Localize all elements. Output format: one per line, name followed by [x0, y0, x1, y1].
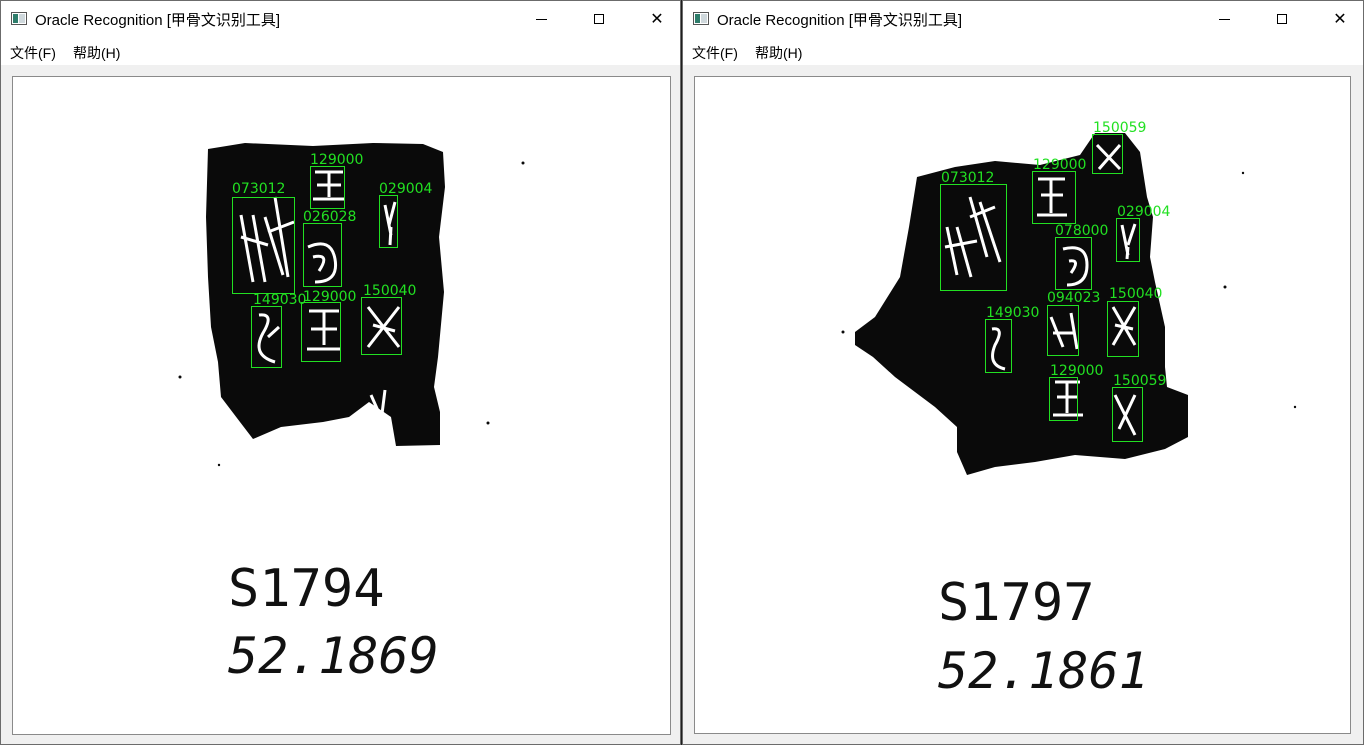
- detection-label: 129000: [1033, 157, 1087, 173]
- detection-label: 029004: [379, 181, 433, 197]
- menu-bar: 文件(F) 帮助(H): [1, 37, 680, 65]
- detection-box[interactable]: [985, 319, 1012, 373]
- detection-box[interactable]: [251, 306, 282, 368]
- detection-label: 149030: [986, 305, 1040, 321]
- close-button[interactable]: ✕: [1317, 1, 1363, 37]
- detection-box[interactable]: [1092, 134, 1123, 174]
- detection-box[interactable]: [940, 184, 1007, 291]
- app-icon: [11, 12, 27, 25]
- detection-box[interactable]: [1112, 387, 1143, 442]
- detection-label: 129000: [303, 289, 357, 305]
- detection-label: 129000: [1050, 363, 1104, 379]
- oracle-recognition-window-left: Oracle Recognition [甲骨文识别工具] ✕ 文件(F) 帮助(…: [0, 0, 681, 745]
- detection-label: 150040: [363, 283, 417, 299]
- detection-box[interactable]: [361, 297, 402, 355]
- detection-box[interactable]: [232, 197, 295, 294]
- maximize-icon: [594, 14, 604, 24]
- menu-help[interactable]: 帮助(H): [73, 43, 120, 63]
- minimize-button[interactable]: [518, 1, 564, 37]
- minimize-icon: [1218, 18, 1230, 20]
- detection-label: 150040: [1109, 286, 1163, 302]
- detection-box[interactable]: [303, 223, 342, 287]
- detection-label: 149030: [253, 292, 307, 308]
- detection-box[interactable]: [379, 195, 398, 248]
- detection-box[interactable]: [1107, 301, 1139, 357]
- close-icon: ✕: [650, 11, 664, 28]
- maximize-button[interactable]: [576, 1, 622, 37]
- minimize-button[interactable]: [1201, 1, 1247, 37]
- menu-file[interactable]: 文件(F): [692, 43, 738, 63]
- detection-label: 078000: [1055, 223, 1109, 239]
- detection-label: 150059: [1113, 373, 1167, 389]
- detection-label: 073012: [941, 170, 995, 186]
- minimize-icon: [535, 18, 547, 20]
- detection-box[interactable]: [1049, 377, 1078, 421]
- detection-label: 150059: [1093, 120, 1147, 136]
- catalog-number: S1794: [228, 559, 385, 619]
- menu-bar: 文件(F) 帮助(H): [683, 37, 1363, 65]
- detection-label: 073012: [232, 181, 286, 197]
- close-icon: ✕: [1333, 11, 1347, 28]
- accession-number: 52.1869: [228, 627, 439, 685]
- detection-box[interactable]: [1055, 237, 1092, 290]
- detection-box[interactable]: [1116, 218, 1140, 262]
- detection-label: 129000: [310, 152, 364, 168]
- detection-label: 029004: [1117, 204, 1171, 220]
- detection-box[interactable]: [1032, 171, 1076, 224]
- close-button[interactable]: ✕: [634, 1, 680, 37]
- app-icon: [693, 12, 709, 25]
- rubbing-image-view: 073012 129000 029004 026028 149030 12900…: [12, 76, 671, 735]
- detection-label: 094023: [1047, 290, 1101, 306]
- bone-fragment-rubbing: [841, 133, 1297, 475]
- catalog-number: S1797: [938, 573, 1095, 633]
- menu-file[interactable]: 文件(F): [10, 43, 56, 63]
- detection-box[interactable]: [301, 302, 341, 362]
- title-bar[interactable]: Oracle Recognition [甲骨文识别工具] ✕: [683, 1, 1363, 37]
- maximize-icon: [1277, 14, 1287, 24]
- title-bar[interactable]: Oracle Recognition [甲骨文识别工具] ✕: [1, 1, 680, 37]
- menu-help[interactable]: 帮助(H): [755, 43, 802, 63]
- detection-box[interactable]: [1047, 305, 1079, 356]
- accession-number: 52.1861: [938, 642, 1149, 700]
- detection-label: 026028: [303, 209, 357, 225]
- window-title: Oracle Recognition [甲骨文识别工具]: [35, 12, 281, 29]
- window-title: Oracle Recognition [甲骨文识别工具]: [717, 12, 963, 29]
- rubbing-image-view: 150059 129000 073012 029004 078000 14903…: [694, 76, 1351, 734]
- detection-box[interactable]: [310, 166, 345, 209]
- maximize-button[interactable]: [1259, 1, 1305, 37]
- oracle-recognition-window-right: Oracle Recognition [甲骨文识别工具] ✕ 文件(F) 帮助(…: [682, 0, 1364, 745]
